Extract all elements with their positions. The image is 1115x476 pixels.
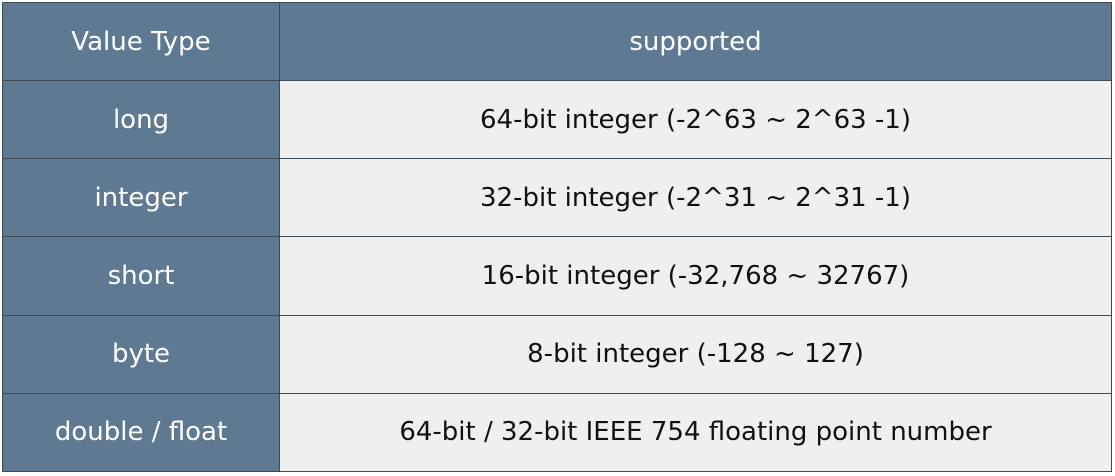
table-row: short 16-bit integer (-32,768 ~ 32767): [2, 236, 1112, 316]
header-supported: supported: [279, 1, 1112, 82]
table-row: long 64-bit integer (-2^63 ~ 2^63 -1): [2, 80, 1112, 160]
row-supported-cell: 16-bit integer (-32,768 ~ 32767): [279, 236, 1112, 316]
row-type-cell: double / float: [2, 392, 280, 473]
table-row: double / float 64-bit / 32-bit IEEE 754 …: [2, 392, 1112, 473]
row-supported-cell: 32-bit integer (-2^31 ~ 2^31 -1): [279, 158, 1112, 238]
table-row: integer 32-bit integer (-2^31 ~ 2^31 -1): [2, 158, 1112, 238]
row-supported-cell: 64-bit / 32-bit IEEE 754 floating point …: [279, 392, 1112, 473]
header-value-type: Value Type: [2, 1, 280, 82]
table-row: byte 8-bit integer (-128 ~ 127): [2, 314, 1112, 394]
row-supported-cell: 8-bit integer (-128 ~ 127): [279, 314, 1112, 394]
row-type-cell: short: [2, 236, 280, 316]
table-header-row: Value Type supported: [2, 1, 1112, 82]
value-type-table: Value Type supported long 64-bit integer…: [2, 1, 1112, 473]
row-type-cell: long: [2, 80, 280, 160]
row-supported-cell: 64-bit integer (-2^63 ~ 2^63 -1): [279, 80, 1112, 160]
row-type-cell: byte: [2, 314, 280, 394]
row-type-cell: integer: [2, 158, 280, 238]
